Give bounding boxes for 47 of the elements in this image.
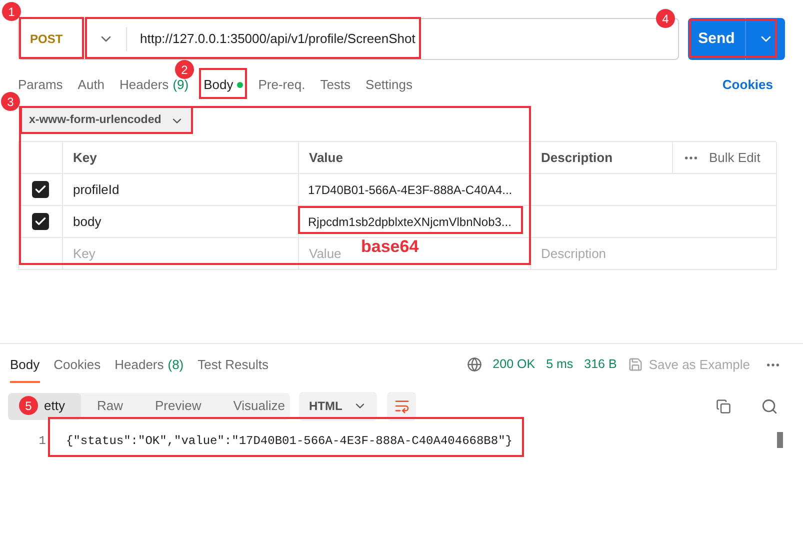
wrap-icon[interactable] (387, 392, 416, 420)
tab[interactable]: Pre-req. (258, 75, 306, 95)
tab[interactable]: Settings (366, 75, 413, 95)
search-icon[interactable] (761, 398, 778, 414)
table-cell: Rjpcdm1sb2dpblxteXNjcmVlbnNob3... (299, 206, 531, 238)
tab[interactable]: Auth (78, 75, 105, 95)
table-cell: body (63, 206, 299, 238)
response-time: 5 ms (546, 356, 574, 374)
checkbox[interactable] (32, 181, 49, 198)
line-number: 1 (38, 432, 46, 450)
annotation-badge: 3 (1, 92, 20, 111)
column-header: Value (299, 142, 531, 174)
tab[interactable]: Cookies (54, 355, 101, 374)
tab[interactable]: Body (10, 347, 40, 382)
format-tab[interactable]: Preview (138, 392, 218, 420)
url-field[interactable]: http://127.0.0.1:35000/api/v1/profile/ScreenShot (127, 29, 416, 49)
tab[interactable]: Test Results (198, 355, 268, 374)
code-line: {"status":"OK","value":"17D40B01-566A-4E3F-888A-C40A404668B8"} (66, 432, 512, 450)
annotation-badge: 2 (175, 60, 194, 79)
check-icon (34, 183, 47, 196)
status-code: 200 OK (492, 356, 536, 374)
checkbox[interactable] (32, 213, 49, 230)
annotation-badge: 1 (2, 2, 21, 21)
annotation-note: base64 (361, 236, 419, 258)
response-size: 316 B (584, 356, 617, 374)
bulk-edit-link[interactable]: Bulk Edit (709, 148, 760, 168)
format-tab[interactable]: Raw (80, 392, 139, 420)
tab[interactable]: Headers (8) (114, 355, 184, 374)
cookies-link[interactable]: Cookies (722, 75, 773, 95)
scrollbar-thumb[interactable] (777, 432, 783, 448)
table-cell: profileId (63, 174, 299, 206)
globe-icon[interactable] (466, 357, 482, 372)
save-icon (628, 357, 643, 372)
format-dropdown[interactable]: HTML (299, 392, 377, 420)
body-type-dropdown[interactable]: x-www-form-urlencoded (21, 108, 192, 134)
method-selector[interactable]: POST (19, 30, 86, 48)
format-tab[interactable]: Visualize (217, 392, 302, 420)
table-cell: 17D40B01-566A-4E3F-888A-C40A4... (299, 174, 531, 206)
copy-icon[interactable] (716, 398, 731, 414)
check-icon (34, 215, 47, 228)
annotation-frame (199, 68, 247, 99)
column-header: Description (531, 142, 673, 174)
column-header: Key (63, 142, 299, 174)
tab[interactable]: Tests (320, 75, 351, 95)
annotation-badge: 4 (656, 9, 675, 28)
tab[interactable]: Params (18, 75, 63, 95)
tab[interactable]: Body (204, 75, 244, 95)
